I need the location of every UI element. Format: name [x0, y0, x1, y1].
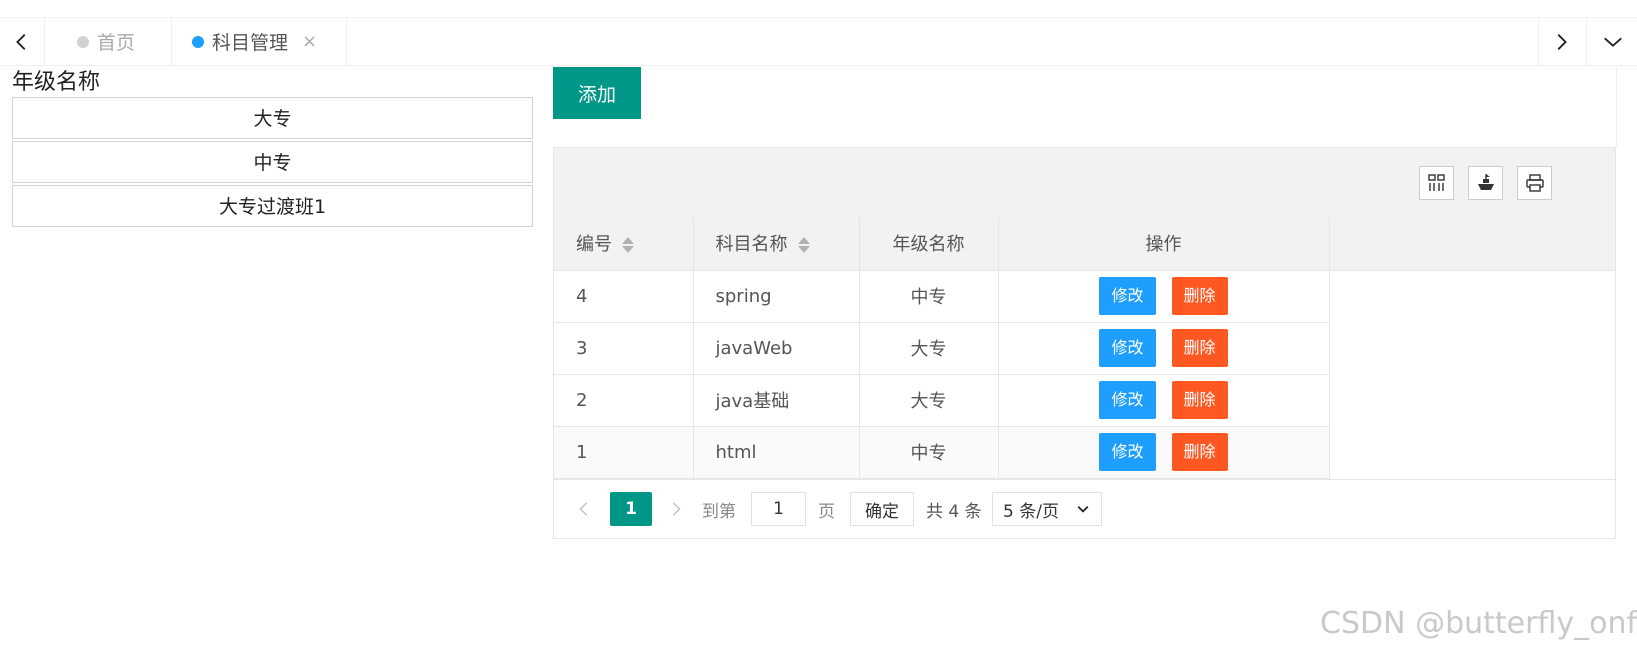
tab-bar: 首页 科目管理 ×: [0, 17, 1637, 66]
edit-button[interactable]: 修改: [1099, 433, 1156, 471]
cell-operation: 修改 删除: [998, 322, 1330, 375]
grade-item[interactable]: 大专过渡班1: [12, 185, 533, 227]
tab-active-dot: [192, 35, 204, 48]
cell-id: 2: [554, 374, 694, 427]
sort-icon[interactable]: [622, 236, 634, 254]
cell-grade-name: 大专: [859, 374, 999, 427]
columns-icon: [1427, 174, 1445, 191]
row-filler: [1329, 322, 1615, 374]
print-button[interactable]: [1517, 166, 1552, 200]
table-row: 3 javaWeb 大专 修改 删除: [554, 322, 1615, 375]
edit-button[interactable]: 修改: [1099, 277, 1156, 315]
add-subject-button[interactable]: 添加: [553, 67, 641, 119]
export-button[interactable]: [1468, 166, 1503, 200]
watermark: CSDN @butterfly_onfly: [1320, 606, 1637, 641]
delete-button[interactable]: 删除: [1171, 329, 1228, 367]
cell-id: 4: [554, 270, 694, 323]
subject-table: 编号 科目名称 年级名称 操作 4 spring 中专 修改 删除 3 javaW…: [554, 217, 1615, 479]
grade-list: 大专 中专 大专过渡班1: [12, 97, 533, 229]
next-page-button[interactable]: [664, 492, 688, 526]
chevron-left-icon: [579, 502, 588, 516]
grade-list-title: 年级名称: [12, 70, 101, 95]
row-filler: [1329, 426, 1615, 478]
edit-button[interactable]: 修改: [1099, 329, 1156, 367]
cell-subject-name: spring: [693, 270, 860, 323]
filter-columns-button[interactable]: [1419, 166, 1454, 200]
table-row: 4 spring 中专 修改 删除: [554, 270, 1615, 323]
cell-operation: 修改 删除: [998, 374, 1330, 427]
tab-home-dot: [77, 35, 89, 48]
table-row: 2 java基础 大专 修改 删除: [554, 374, 1615, 427]
chevron-left-icon: [16, 33, 26, 50]
cell-grade-name: 中专: [859, 270, 999, 323]
header-operation: 操作: [998, 217, 1330, 271]
row-filler: [1329, 270, 1615, 322]
chevron-down-icon: [1077, 505, 1089, 513]
pagination: 1 到第 页 确定 共 4 条 5 条/页: [554, 479, 1615, 538]
cell-subject-name: javaWeb: [693, 322, 860, 375]
header-grade-name: 年级名称: [859, 217, 999, 271]
cell-subject-name: html: [693, 426, 860, 479]
confirm-page-button[interactable]: 确定: [850, 492, 914, 526]
tab-scroll-left-button[interactable]: [0, 18, 45, 65]
goto-label: 到第: [702, 501, 736, 522]
tab-subject-management[interactable]: 科目管理 ×: [172, 18, 347, 65]
delete-button[interactable]: 删除: [1171, 433, 1228, 471]
cell-subject-name: java基础: [693, 374, 860, 427]
add-button-area: [553, 67, 1617, 147]
prev-page-button[interactable]: [572, 492, 596, 526]
page-size-value: 5 条/页: [1003, 501, 1059, 522]
table-toolbar: [554, 148, 1615, 218]
chevron-right-icon: [1557, 33, 1567, 50]
cell-operation: 修改 删除: [998, 270, 1330, 323]
tab-home[interactable]: 首页: [44, 18, 172, 65]
current-page-button[interactable]: 1: [610, 492, 652, 526]
tab-scroll-right-button[interactable]: [1538, 18, 1583, 65]
tab-home-label: 首页: [97, 32, 136, 54]
page-number-input[interactable]: [751, 492, 806, 526]
page-size-select[interactable]: 5 条/页: [992, 492, 1102, 526]
grade-item[interactable]: 中专: [12, 141, 533, 183]
tab-close-icon[interactable]: ×: [302, 31, 317, 52]
delete-button[interactable]: 删除: [1171, 277, 1228, 315]
total-count: 共 4 条: [926, 501, 982, 522]
subject-table-panel: 编号 科目名称 年级名称 操作 4 spring 中专 修改 删除 3 javaW…: [553, 147, 1616, 539]
cell-operation: 修改 删除: [998, 426, 1330, 479]
tab-more-button[interactable]: [1586, 18, 1637, 65]
page-unit-label: 页: [818, 501, 835, 522]
header-subject-name[interactable]: 科目名称: [693, 217, 860, 271]
cell-grade-name: 大专: [859, 322, 999, 375]
chevron-down-icon: [1603, 37, 1622, 47]
header-id[interactable]: 编号: [554, 217, 694, 271]
edit-button[interactable]: 修改: [1099, 381, 1156, 419]
cell-id: 3: [554, 322, 694, 375]
export-icon: [1477, 174, 1494, 190]
cell-grade-name: 中专: [859, 426, 999, 479]
delete-button[interactable]: 删除: [1171, 381, 1228, 419]
chevron-right-icon: [672, 502, 681, 516]
print-icon: [1525, 174, 1544, 192]
table-header-row: 编号 科目名称 年级名称 操作: [554, 217, 1615, 271]
row-filler: [1329, 374, 1615, 426]
grade-item[interactable]: 大专: [12, 97, 533, 139]
tab-subject-label: 科目管理: [212, 32, 289, 54]
header-filler: [1329, 217, 1615, 271]
cell-id: 1: [554, 426, 694, 479]
sort-icon[interactable]: [797, 236, 810, 254]
table-row: 1 html 中专 修改 删除: [554, 426, 1615, 479]
